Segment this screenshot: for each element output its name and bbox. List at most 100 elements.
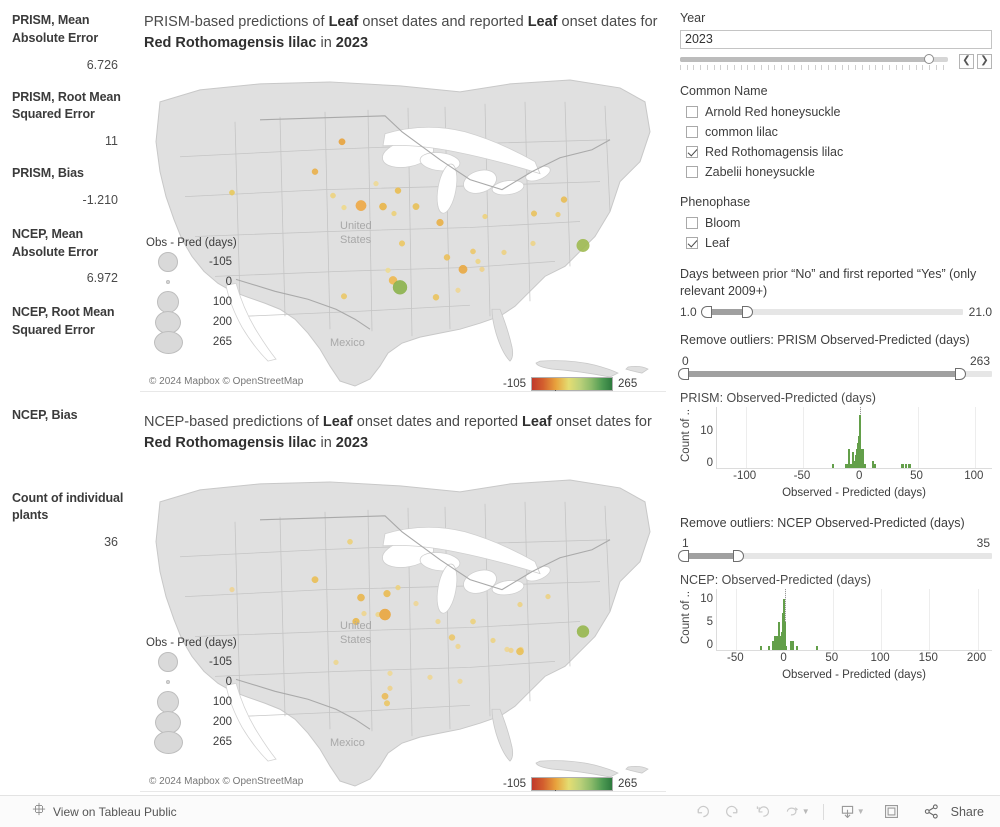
range-track[interactable] [700,305,963,318]
share-icon[interactable] [917,800,947,824]
undo-icon[interactable] [688,800,718,824]
range-handle-min[interactable] [678,367,689,380]
tableau-public-label: View on Tableau Public [53,804,177,819]
range-handle-max[interactable] [733,550,745,563]
range-handle-max[interactable] [954,367,966,380]
year-input[interactable] [680,29,992,49]
year-slider[interactable] [680,53,948,71]
remove-outliers-ncep-slider[interactable] [678,550,992,563]
redo-icon[interactable] [718,800,748,824]
checkbox-label: Bloom [705,215,741,230]
size-legend-entry: 0 [146,672,237,692]
color-legend-min: -105 [503,378,527,391]
range-handle-min[interactable] [678,550,689,563]
toolbar-actions: ▼ ▼ Share [688,800,984,824]
y-axis-tick: 5 [706,616,713,629]
year-filter: Year ❮ ❯ [680,10,992,71]
checkbox-box[interactable] [686,105,698,118]
chevron-right-icon[interactable]: ❯ [977,53,992,69]
checkbox-box[interactable] [686,165,698,178]
checkbox-leaf[interactable]: Leaf [680,233,992,253]
ncep-histogram-yticks: 0 5 10 [694,589,716,652]
range-handle-min[interactable] [700,305,712,318]
checkbox-box[interactable] [686,236,698,249]
revert-icon[interactable] [748,800,778,824]
size-legend-label: 265 [212,336,232,349]
checkbox-box[interactable] [686,125,698,138]
kpi-title: PRISM, Mean Absolute Error [12,13,99,45]
size-legend-label: 100 [212,696,232,709]
share-label[interactable]: Share [951,805,984,819]
checkbox-bloom[interactable]: Bloom [680,213,992,233]
histogram-bar[interactable] [816,645,819,651]
gridline [917,406,919,468]
checkbox-common-lilac[interactable]: common lilac [680,122,992,142]
range-handle-max[interactable] [741,305,753,318]
color-legend-tick [555,390,557,392]
checkbox-arnold-red-honeysuckle[interactable]: Arnold Red honeysuckle [680,102,992,122]
remove-outliers-ncep-label: Remove outliers: NCEP Observed-Predicted… [680,515,965,530]
size-legend-title: Obs - Pred (days) [146,637,237,650]
histogram-bar[interactable] [904,464,908,468]
size-legend-entry: -105 [146,252,237,273]
checkbox-red-rothomagensis-lilac[interactable]: Red Rothomagensis lilac [680,142,992,162]
remove-outliers-prism-slider[interactable] [678,367,992,380]
size-legend-entry: 200 [146,710,237,734]
ncep-histogram-xticks: -50 0 50 100 150 200 [716,651,992,667]
histogram-bar[interactable] [760,645,763,651]
prism-histogram-bars[interactable] [716,406,992,469]
range-track[interactable] [678,550,992,563]
tableau-public-link[interactable]: View on Tableau Public [32,802,177,821]
ncep-histogram-plotarea: Count of .. 0 5 10 [680,589,992,652]
y-axis-tick: 10 [700,425,713,438]
year-nav-buttons: ❮ ❯ [956,53,992,69]
histogram-bar[interactable] [901,464,904,468]
checkbox-label: Arnold Red honeysuckle [705,104,841,119]
ncep-color-legend: -105 265 [503,777,637,792]
ncep-map-canvas[interactable]: United States Mexico Obs - Pred (days) -… [140,462,666,793]
year-slider-ticks [680,64,944,71]
ncep-map-attribution: © 2024 Mapbox © OpenStreetMap [146,775,307,789]
size-swatch [146,652,190,673]
days-between-slider[interactable]: 1.0 21.0 [680,305,992,319]
range-min-value: 0 [682,353,689,368]
kpi-title: PRISM, Root Mean Squared Error [12,89,121,122]
fullscreen-icon[interactable] [877,800,907,824]
gridline [745,406,747,468]
kpi-value: 36 [104,535,118,549]
prism-map-canvas[interactable]: United States Mexico Obs - Pred (days) -… [140,62,666,393]
gridline [832,589,834,651]
x-axis-tick: 100 [870,652,890,665]
histogram-bar[interactable] [768,645,771,651]
year-slider-track[interactable] [680,53,948,64]
size-swatch [146,730,190,754]
chevron-left-icon[interactable]: ❮ [959,53,974,69]
histogram-bar[interactable] [873,464,877,468]
histogram-bar[interactable] [863,464,866,468]
checkbox-label: common lilac [705,124,778,139]
size-swatch [146,680,190,685]
checkbox-zabelii-honeysuckle[interactable]: Zabelii honeysuckle [680,162,992,182]
days-between-filter: Days between prior “No” and first report… [680,266,992,319]
x-axis-tick: 150 [918,652,938,665]
checkbox-box[interactable] [686,145,698,158]
histogram-bar[interactable] [908,464,911,468]
y-axis-tick: 10 [700,592,713,605]
size-legend-label: 100 [212,296,232,309]
histogram-bar[interactable] [831,464,834,468]
checkbox-box[interactable] [686,216,698,229]
kpi-value: 6.972 [86,271,118,286]
year-slider-handle[interactable] [923,53,934,64]
color-gradient-bar [531,377,614,392]
size-legend-entry: 100 [146,291,237,314]
histogram-bar[interactable] [792,641,795,651]
histogram-bar[interactable] [784,645,787,651]
prism-histogram-xlabel: Observed - Predicted (days) [782,486,926,499]
histogram-bar[interactable] [796,645,799,651]
range-track[interactable] [678,367,992,380]
download-dropdown-caret-icon[interactable]: ▼ [857,807,865,816]
common-name-label: Common Name [680,83,768,98]
ncep-histogram-bars[interactable] [716,589,992,652]
prism-size-legend: Obs - Pred (days) -105 0 100 200 265 [146,237,237,354]
refresh-dropdown-caret-icon[interactable]: ▼ [802,807,810,816]
